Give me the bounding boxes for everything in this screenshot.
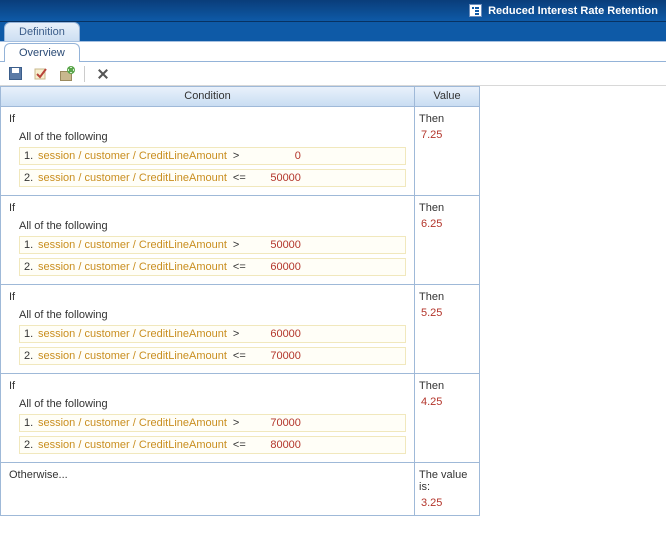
then-value[interactable]: 5.25	[419, 307, 475, 319]
condition-number: 1.	[24, 239, 38, 251]
value-cell[interactable]: Then 5.25	[415, 285, 479, 373]
add-icon	[60, 67, 74, 81]
condition-path[interactable]: session / customer / CreditLineAmount	[38, 350, 227, 362]
condition-number: 1.	[24, 417, 38, 429]
condition-number: 2.	[24, 350, 38, 362]
condition-path[interactable]: session / customer / CreditLineAmount	[38, 261, 227, 273]
condition-path[interactable]: session / customer / CreditLineAmount	[38, 239, 227, 251]
condition-value[interactable]: 50000	[255, 239, 305, 251]
condition-operator[interactable]: >	[233, 239, 255, 251]
if-label: If	[9, 202, 406, 214]
condition-operator[interactable]: >	[233, 328, 255, 340]
condition-cell[interactable]: If All of the following 1.session / custom…	[1, 285, 415, 373]
if-label: If	[9, 380, 406, 392]
tab-row-top: Definition	[0, 22, 666, 42]
condition-path[interactable]: session / customer / CreditLineAmount	[38, 417, 227, 429]
condition-operator[interactable]: <=	[233, 261, 255, 273]
condition-line[interactable]: 1.session / customer / CreditLineAmount >…	[19, 236, 406, 254]
condition-cell[interactable]: If All of the following 1.session / custom…	[1, 107, 415, 195]
condition-line[interactable]: 1.session / customer / CreditLineAmount >…	[19, 147, 406, 165]
table-row[interactable]: If All of the following 1.session / custom…	[1, 374, 479, 463]
condition-cell[interactable]: If All of the following 1.session / custom…	[1, 374, 415, 462]
all-label: All of the following	[19, 398, 406, 410]
all-label: All of the following	[19, 131, 406, 143]
then-value[interactable]: 7.25	[419, 129, 475, 141]
all-label: All of the following	[19, 220, 406, 232]
condition-line[interactable]: 2.session / customer / CreditLineAmount <…	[19, 258, 406, 276]
condition-cell[interactable]: Otherwise...	[1, 463, 415, 515]
condition-path[interactable]: session / customer / CreditLineAmount	[38, 328, 227, 340]
all-label: All of the following	[19, 309, 406, 321]
condition-number: 1.	[24, 150, 38, 162]
condition-value[interactable]: 60000	[255, 328, 305, 340]
condition-line[interactable]: 1.session / customer / CreditLineAmount >…	[19, 414, 406, 432]
table-row[interactable]: If All of the following 1.session / custom…	[1, 107, 479, 196]
otherwise-row[interactable]: Otherwise... The value is: 3.25	[1, 463, 479, 515]
condition-number: 2.	[24, 172, 38, 184]
rules-table: Condition Value If All of the following 1.…	[0, 86, 480, 516]
condition-number: 2.	[24, 261, 38, 273]
condition-line[interactable]: 2.session / customer / CreditLineAmount <…	[19, 436, 406, 454]
column-value: Value	[415, 87, 479, 106]
condition-value[interactable]: 70000	[255, 350, 305, 362]
value-cell[interactable]: Then 6.25	[415, 196, 479, 284]
toolbar	[0, 62, 666, 86]
condition-value[interactable]: 80000	[255, 439, 305, 451]
then-value[interactable]: 6.25	[419, 218, 475, 230]
condition-operator[interactable]: >	[233, 417, 255, 429]
value-cell[interactable]: The value is: 3.25	[415, 463, 479, 515]
tab-definition[interactable]: Definition	[4, 22, 80, 41]
then-label: Then	[419, 291, 475, 303]
value-cell[interactable]: Then 7.25	[415, 107, 479, 195]
condition-cell[interactable]: If All of the following 1.session / custom…	[1, 196, 415, 284]
column-condition: Condition	[1, 87, 415, 106]
condition-value[interactable]: 70000	[255, 417, 305, 429]
table-header: Condition Value	[1, 87, 479, 107]
validate-button[interactable]	[32, 65, 50, 83]
list-icon	[469, 4, 482, 17]
condition-number: 1.	[24, 328, 38, 340]
then-label: Then	[419, 202, 475, 214]
condition-operator[interactable]: <=	[233, 172, 255, 184]
check-icon	[34, 67, 48, 81]
otherwise-label: Otherwise...	[9, 469, 406, 481]
condition-operator[interactable]: >	[233, 150, 255, 162]
condition-line[interactable]: 2.session / customer / CreditLineAmount <…	[19, 169, 406, 187]
condition-path[interactable]: session / customer / CreditLineAmount	[38, 172, 227, 184]
condition-line[interactable]: 1.session / customer / CreditLineAmount >…	[19, 325, 406, 343]
delete-button[interactable]	[93, 65, 111, 83]
save-icon	[9, 67, 22, 80]
condition-line[interactable]: 2.session / customer / CreditLineAmount <…	[19, 347, 406, 365]
then-label: Then	[419, 113, 475, 125]
condition-number: 2.	[24, 439, 38, 451]
table-row[interactable]: If All of the following 1.session / custom…	[1, 196, 479, 285]
delete-icon	[96, 67, 109, 80]
otherwise-value[interactable]: 3.25	[419, 497, 475, 509]
tab-row-bottom: Overview	[0, 42, 666, 62]
then-label: Then	[419, 380, 475, 392]
condition-value[interactable]: 60000	[255, 261, 305, 273]
then-value[interactable]: 4.25	[419, 396, 475, 408]
tab-overview[interactable]: Overview	[4, 43, 80, 62]
page-title: Reduced Interest Rate Retention	[488, 5, 658, 17]
condition-operator[interactable]: <=	[233, 439, 255, 451]
condition-path[interactable]: session / customer / CreditLineAmount	[38, 439, 227, 451]
save-button[interactable]	[6, 65, 24, 83]
if-label: If	[9, 291, 406, 303]
condition-path[interactable]: session / customer / CreditLineAmount	[38, 150, 227, 162]
toolbar-separator	[84, 66, 85, 82]
value-cell[interactable]: Then 4.25	[415, 374, 479, 462]
condition-value[interactable]: 50000	[255, 172, 305, 184]
if-label: If	[9, 113, 406, 125]
condition-operator[interactable]: <=	[233, 350, 255, 362]
title-bar: Reduced Interest Rate Retention	[0, 0, 666, 22]
otherwise-value-prefix: The value is:	[419, 469, 475, 493]
condition-value[interactable]: 0	[255, 150, 305, 162]
table-row[interactable]: If All of the following 1.session / custom…	[1, 285, 479, 374]
add-button[interactable]	[58, 65, 76, 83]
